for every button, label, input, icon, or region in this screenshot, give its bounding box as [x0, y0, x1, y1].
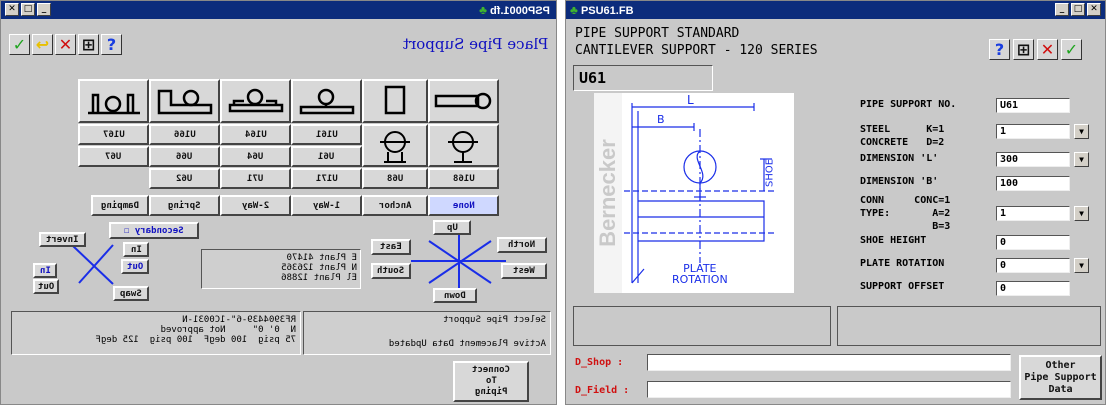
minimize-window-icon[interactable]: _: [1055, 3, 1069, 16]
in-button-lower[interactable]: In: [33, 263, 57, 278]
conn-type-field[interactable]: 1: [996, 206, 1070, 221]
coord-north: N Plant 126365: [281, 263, 357, 273]
shoe-height-field[interactable]: 0: [996, 235, 1070, 250]
dimension-l-field[interactable]: 300: [996, 152, 1070, 167]
dimension-l-dropdown-icon[interactable]: ▼: [1074, 152, 1089, 167]
direction-up-button[interactable]: Up: [433, 220, 471, 235]
in-button-upper[interactable]: In: [123, 242, 149, 257]
steel-concrete-dropdown-icon[interactable]: ▼: [1074, 124, 1089, 139]
d-shop-field[interactable]: [647, 354, 1011, 371]
plate-rotation-field-label: PLATE ROTATION: [860, 258, 945, 269]
swap-button[interactable]: Swap: [113, 286, 149, 301]
out-button-upper[interactable]: Out: [121, 259, 149, 274]
shoe-height-label: SHOE HEIGHT: [860, 235, 927, 246]
direction-west-button[interactable]: West: [501, 263, 547, 279]
dimension-b-field-label: DIMENSION 'B': [860, 176, 939, 187]
coordinates-box: E Plant 41470 N Plant 126365 El Plant 12…: [201, 249, 361, 289]
standard-heading-line2: CANTILEVER SUPPORT - 120 SERIES: [575, 43, 818, 58]
d-field-label: D_Field :: [575, 385, 630, 396]
line-info-number: RF3904439-6"-1C0031-N: [182, 315, 296, 325]
plate-rotation-field[interactable]: 0: [996, 258, 1070, 273]
status-message-box: Select Pipe Support Active Placement Dat…: [303, 311, 551, 355]
steel-concrete-label: STEEL K=1 CONCRETE D=2: [860, 124, 945, 148]
support-offset-label: SUPPORT OFFSET: [860, 281, 945, 292]
standard-heading: PIPE SUPPORT STANDARD CANTILEVER SUPPORT…: [575, 25, 818, 59]
invert-button[interactable]: Invert: [39, 232, 86, 247]
pipe-support-no-field[interactable]: U61: [996, 98, 1070, 113]
steel-concrete-field[interactable]: 1: [996, 124, 1070, 139]
connect-to-piping-button[interactable]: Connect To Piping: [453, 361, 529, 402]
line-info-conditions: 75 psig 100 degF 100 psig 125 degF: [95, 335, 296, 345]
grid-icon[interactable]: ⊞: [1013, 39, 1034, 60]
pipe-support-standard-window: ♣ PSU61.FB _ □ ✕ PIPE SUPPORT STANDARD C…: [565, 0, 1106, 405]
right-title-text: PSU61.FB: [580, 5, 634, 17]
conn-type-dropdown-icon[interactable]: ▼: [1074, 206, 1089, 221]
help-icon[interactable]: ?: [989, 39, 1010, 60]
pipe-support-no-label: PIPE SUPPORT NO.: [860, 99, 957, 110]
dimension-l-field-label: DIMENSION 'L': [860, 153, 939, 164]
d-field-field[interactable]: [647, 381, 1011, 398]
status-message-2: Active Placement Data Updated: [388, 339, 546, 349]
support-code-box: U61: [573, 65, 713, 91]
dimension-b-field[interactable]: 100: [996, 176, 1070, 191]
d-shop-label: D_Shop :: [575, 357, 624, 368]
plate-rotation-dropdown-icon[interactable]: ▼: [1074, 258, 1089, 273]
close-window-icon[interactable]: ✕: [1087, 3, 1101, 16]
coord-elevation: El Plant 12886: [281, 273, 357, 283]
accept-icon[interactable]: ✓: [1061, 39, 1082, 60]
support-diagram: Bernecker L B SHOE PLATE ROTATION: [594, 93, 794, 293]
other-pipe-support-data-button[interactable]: Other Pipe Support Data: [1019, 355, 1102, 400]
line-info-box: RF3904439-6"-1C0031-N N 0' 0" Not approv…: [11, 311, 301, 355]
direction-east-button[interactable]: East: [371, 239, 411, 255]
dimension-b-label: B: [657, 113, 665, 126]
message-panel-left: [573, 306, 831, 346]
plate-rotation-label: PLATE ROTATION: [672, 262, 728, 286]
maximize-window-icon[interactable]: □: [1071, 3, 1085, 16]
out-button-lower[interactable]: Out: [33, 279, 59, 294]
coord-east: E Plant 41470: [286, 253, 357, 263]
line-info-status: N 0' 0" Not approved: [160, 325, 296, 335]
direction-north-button[interactable]: North: [497, 237, 547, 253]
direction-down-button[interactable]: Down: [433, 288, 477, 303]
conn-type-label: CONN CONC=1 TYPE: A=2 B=3: [860, 195, 951, 232]
club-app-icon: ♣: [570, 3, 578, 17]
direction-south-button[interactable]: South: [371, 263, 411, 279]
right-window-title: ♣ PSU61.FB: [570, 3, 634, 17]
shoe-label: SHOE: [764, 158, 776, 188]
right-titlebar: ♣ PSU61.FB _ □ ✕: [566, 1, 1105, 19]
message-panel-right: [837, 306, 1101, 346]
cancel-icon[interactable]: ✕: [1037, 39, 1058, 60]
status-message-1: Select Pipe Support: [443, 315, 546, 325]
support-offset-field[interactable]: 0: [996, 281, 1070, 296]
place-pipe-support-window: ✕ □ _ ♣ PSP0001.fb ✓ ↩ ✕ ⊞ ? Place Pipe …: [0, 0, 557, 405]
dimension-l-label: L: [687, 93, 694, 107]
standard-heading-line1: PIPE SUPPORT STANDARD: [575, 26, 740, 41]
